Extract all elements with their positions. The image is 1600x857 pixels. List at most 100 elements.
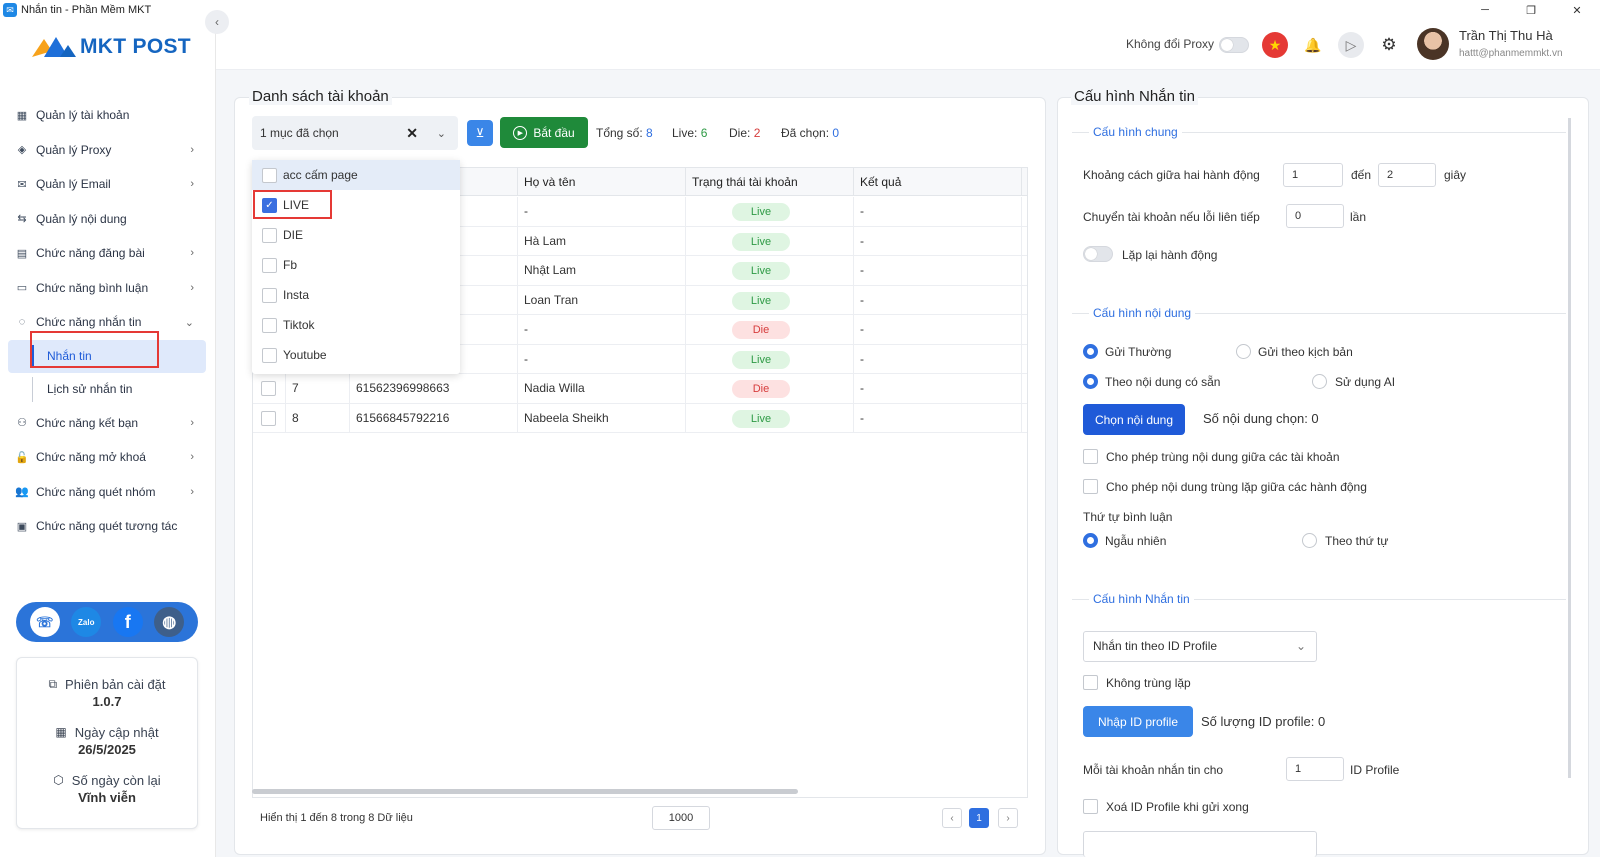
close-window-button[interactable]: ✕: [1554, 0, 1600, 20]
row-status: Live: [685, 285, 853, 315]
section-content: Cấu hình nội dung: [1089, 306, 1196, 320]
dropdown-option[interactable]: acc cấm page: [252, 160, 460, 190]
content-count: Số nội dung chọn: 0: [1203, 411, 1319, 426]
status-badge: Die: [732, 321, 790, 339]
support-icon[interactable]: ☏: [29, 607, 60, 637]
sidebar-item-friends[interactable]: ⚇ Chức năng kết bạn ›: [0, 406, 216, 441]
play-icon[interactable]: ▷: [1338, 32, 1364, 58]
interval-to-input[interactable]: 2: [1378, 163, 1436, 187]
send-normal-radio[interactable]: [1083, 344, 1098, 359]
col-status[interactable]: Trạng thái tài khoản: [685, 168, 853, 196]
dropdown-option[interactable]: Youtube: [252, 340, 460, 370]
row-checkbox[interactable]: [261, 381, 276, 396]
import-profile-button[interactable]: Nhập ID profile: [1083, 706, 1193, 737]
partial-select[interactable]: [1083, 831, 1317, 857]
option-checkbox[interactable]: [262, 167, 277, 183]
sidebar-item-unlock[interactable]: 🔓 Chức năng mở khoá ›: [0, 440, 216, 475]
delete-sent-checkbox[interactable]: [1083, 799, 1098, 814]
dropdown-option[interactable]: Fb: [252, 250, 460, 280]
prev-page-button[interactable]: ‹: [942, 808, 962, 828]
message-mode-value: Nhắn tin theo ID Profile: [1093, 639, 1218, 653]
update-value: 26/5/2025: [78, 742, 136, 757]
vertical-scrollbar[interactable]: [1568, 118, 1571, 778]
no-duplicate-checkbox[interactable]: [1083, 675, 1098, 690]
highlight-box-live: [253, 190, 332, 219]
row-name: -: [517, 315, 685, 344]
facebook-icon[interactable]: f: [112, 607, 143, 637]
clear-icon[interactable]: ✕: [406, 125, 418, 142]
sidebar-item-posting[interactable]: ▤ Chức năng đăng bài ›: [0, 236, 216, 271]
dropdown-option[interactable]: Insta: [252, 280, 460, 310]
row-extra: -: [1021, 374, 1027, 403]
table-row[interactable]: 861566845792216Nabeela Sheikh Live --: [253, 403, 1027, 433]
message-mode-select[interactable]: Nhắn tin theo ID Profile ⌄: [1083, 631, 1317, 662]
table-row[interactable]: 761562396998663Nadia Willa Die --: [253, 374, 1027, 404]
sequential-order-label: Theo thứ tự: [1325, 534, 1389, 548]
switch-account-input[interactable]: 0: [1286, 204, 1344, 228]
gear-icon[interactable]: ⚙: [1376, 32, 1402, 58]
allow-dup-action-label: Cho phép nội dung trùng lặp giữa các hàn…: [1106, 480, 1367, 494]
dropdown-option[interactable]: DIE: [252, 220, 460, 250]
logo: MKT POST: [30, 30, 191, 64]
vietnam-flag-icon[interactable]: ★: [1262, 32, 1288, 58]
use-ai-radio[interactable]: [1312, 374, 1327, 389]
zalo-icon[interactable]: Zalo: [71, 607, 102, 637]
page-size-input[interactable]: 1000: [652, 806, 710, 830]
col-result[interactable]: Kết quả: [853, 168, 1021, 196]
option-checkbox[interactable]: [262, 347, 277, 363]
sidebar-item-email[interactable]: ✉ Quản lý Email ›: [0, 167, 216, 202]
allow-dup-action-checkbox[interactable]: [1083, 479, 1098, 494]
chevron-down-icon[interactable]: ⌄: [437, 127, 446, 140]
stat-total-value: 8: [646, 126, 653, 140]
dropdown-option[interactable]: Tiktok: [252, 310, 460, 340]
row-select-cell: [253, 374, 285, 403]
sidebar-item-label: Quản lý nội dung: [36, 211, 127, 226]
interval-from-input[interactable]: 1: [1283, 163, 1343, 187]
sidebar-subitem-message-history[interactable]: Lịch sử nhắn tin: [0, 373, 216, 406]
avatar[interactable]: [1417, 28, 1449, 60]
option-checkbox[interactable]: [262, 317, 277, 333]
row-result: -: [853, 344, 1021, 374]
start-button[interactable]: ▶ Bắt đầu: [500, 117, 588, 148]
sidebar-item-comment[interactable]: ▭ Chức năng bình luận ›: [0, 271, 216, 306]
sidebar-item-label: Chức năng kết bạn: [36, 415, 139, 430]
play-circle-icon: ▶: [513, 125, 528, 140]
option-checkbox[interactable]: [262, 227, 277, 243]
horizontal-scrollbar[interactable]: [252, 789, 798, 794]
by-content-radio[interactable]: [1083, 374, 1098, 389]
random-order-radio[interactable]: [1083, 533, 1098, 548]
minimize-button[interactable]: ─: [1462, 0, 1508, 20]
repeat-toggle[interactable]: [1083, 246, 1113, 262]
row-checkbox[interactable]: [261, 410, 276, 426]
tag-filter-select[interactable]: 1 mục đã chọn ✕ ⌄: [252, 116, 458, 150]
choose-content-button[interactable]: Chọn nội dung: [1083, 404, 1185, 435]
sidebar-item-content[interactable]: ⇆ Quản lý nội dung: [0, 202, 216, 237]
send-script-radio[interactable]: [1236, 344, 1251, 359]
by-content-label: Theo nội dung có sẵn: [1105, 375, 1221, 389]
col-name[interactable]: Họ và tên: [517, 168, 685, 196]
page-1-button[interactable]: 1: [969, 808, 989, 828]
option-checkbox[interactable]: [262, 257, 277, 273]
filter-button[interactable]: ⊻: [467, 120, 493, 146]
chevron-right-icon: ›: [190, 416, 194, 429]
sidebar-subitem-label: Lịch sử nhắn tin: [47, 382, 133, 396]
send-script-label: Gửi theo kịch bản: [1258, 345, 1353, 359]
calendar-icon: ▦: [55, 725, 67, 739]
proxy-toggle[interactable]: [1219, 37, 1249, 53]
option-checkbox[interactable]: [262, 287, 277, 303]
sidebar-item-group-scan[interactable]: 👥 Chức năng quét nhóm ›: [0, 475, 216, 510]
sidebar-item-interaction-scan[interactable]: ▣ Chức năng quét tương tác: [0, 509, 216, 544]
sidebar-item-proxy[interactable]: ◈ Quản lý Proxy ›: [0, 133, 216, 168]
per-account-input[interactable]: 1: [1286, 757, 1344, 781]
sidebar-item-label: Quản lý Proxy: [36, 142, 112, 157]
status-badge: Live: [732, 203, 790, 221]
sequential-order-radio[interactable]: [1302, 533, 1317, 548]
col-extra[interactable]: I: [1021, 168, 1027, 196]
next-page-button[interactable]: ›: [998, 808, 1018, 828]
sidebar-item-accounts[interactable]: ▦ Quản lý tài khoản: [0, 98, 216, 133]
maximize-button[interactable]: ❐: [1508, 0, 1554, 20]
bell-icon[interactable]: 🔔: [1300, 32, 1326, 58]
collapse-sidebar-button[interactable]: ‹: [205, 10, 229, 34]
globe-icon[interactable]: ◍: [154, 607, 185, 637]
allow-dup-account-checkbox[interactable]: [1083, 449, 1098, 464]
